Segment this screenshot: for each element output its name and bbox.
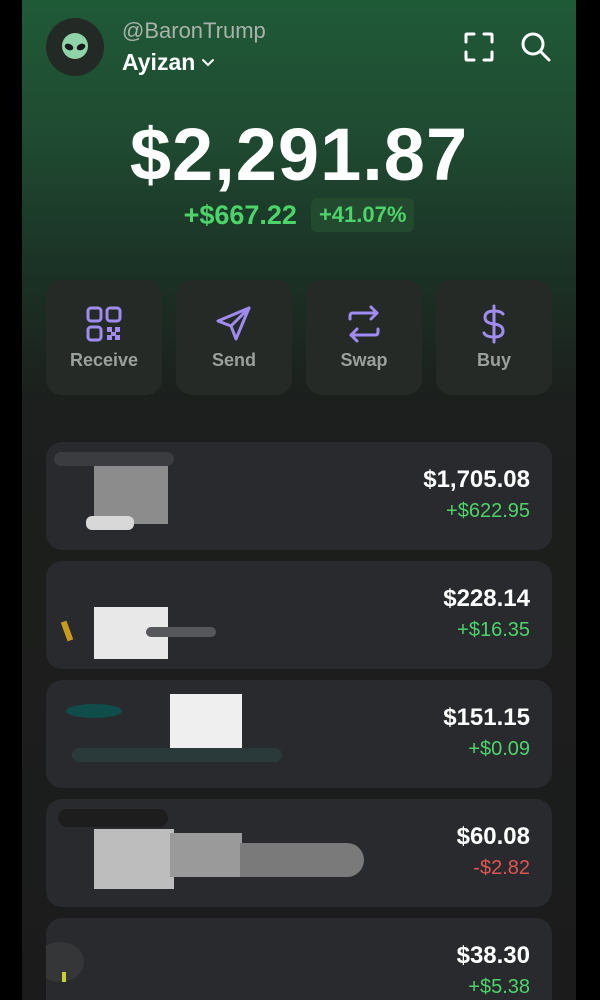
redacted-token-icon [58, 809, 168, 827]
token-change: +$0.09 [468, 738, 530, 760]
token-change: +$622.95 [446, 500, 530, 522]
account-name: Ayizan [122, 49, 196, 75]
swap-icon [348, 305, 380, 343]
token-row[interactable]: $38.30 +$5.38 [46, 918, 552, 1000]
receive-button[interactable]: Receive [46, 280, 162, 395]
redacted-token-name [54, 452, 174, 466]
redacted-token-icon [60, 620, 74, 642]
token-change: -$2.82 [473, 857, 530, 879]
token-row[interactable]: $228.14 +$16.35 [46, 561, 552, 669]
redacted-token-name [170, 694, 242, 756]
balance-change-percent: +41.07% [310, 198, 415, 232]
buy-button[interactable]: Buy [436, 280, 552, 395]
dollar-icon [482, 304, 505, 344]
token-row[interactable]: $151.15 +$0.09 [46, 680, 552, 788]
send-button[interactable]: Send [176, 280, 292, 395]
redacted-token-name [62, 972, 66, 982]
send-icon [216, 306, 251, 341]
balance-change-amount: +$667.22 [183, 199, 297, 230]
balance-change: +$667.22 +41.07% [22, 198, 576, 232]
account-switcher[interactable]: Ayizan [122, 49, 215, 76]
token-value: $228.14 [443, 585, 530, 612]
chevron-down-icon [202, 58, 215, 66]
account-avatar[interactable] [46, 18, 104, 76]
redacted-token-balance [146, 627, 216, 637]
swap-label: Swap [340, 350, 388, 370]
token-value: $60.08 [456, 823, 530, 850]
qr-code-icon [86, 306, 122, 342]
token-row[interactable]: $60.08 -$2.82 [46, 799, 552, 907]
swap-button[interactable]: Swap [306, 280, 422, 395]
alien-icon [62, 33, 88, 59]
wallet-screen: @BaronTrump Ayizan $2,291.87 +$667.22 +4… [22, 0, 576, 1000]
account-handle: @BaronTrump [122, 18, 266, 43]
action-bar: Receive Send Swap Buy [46, 280, 552, 395]
buy-label: Buy [476, 350, 511, 370]
token-value: $151.15 [443, 704, 530, 731]
redacted-token-price [240, 843, 364, 877]
token-row[interactable]: $1,705.08 +$622.95 [46, 442, 552, 550]
redacted-token-icon [66, 704, 122, 718]
total-balance: $2,291.87 [129, 113, 469, 196]
token-change: +$16.35 [457, 619, 530, 641]
token-value: $1,705.08 [423, 466, 530, 493]
redacted-token-balance [170, 833, 242, 877]
token-change: +$5.38 [468, 976, 530, 998]
redacted-token-balance [86, 516, 134, 530]
receive-label: Receive [69, 350, 139, 370]
scan-icon[interactable] [462, 30, 496, 64]
redacted-token-name [94, 829, 174, 889]
token-value: $38.30 [456, 942, 530, 969]
redacted-token-balance [72, 748, 282, 762]
search-icon[interactable] [519, 30, 553, 64]
send-label: Send [211, 350, 256, 370]
